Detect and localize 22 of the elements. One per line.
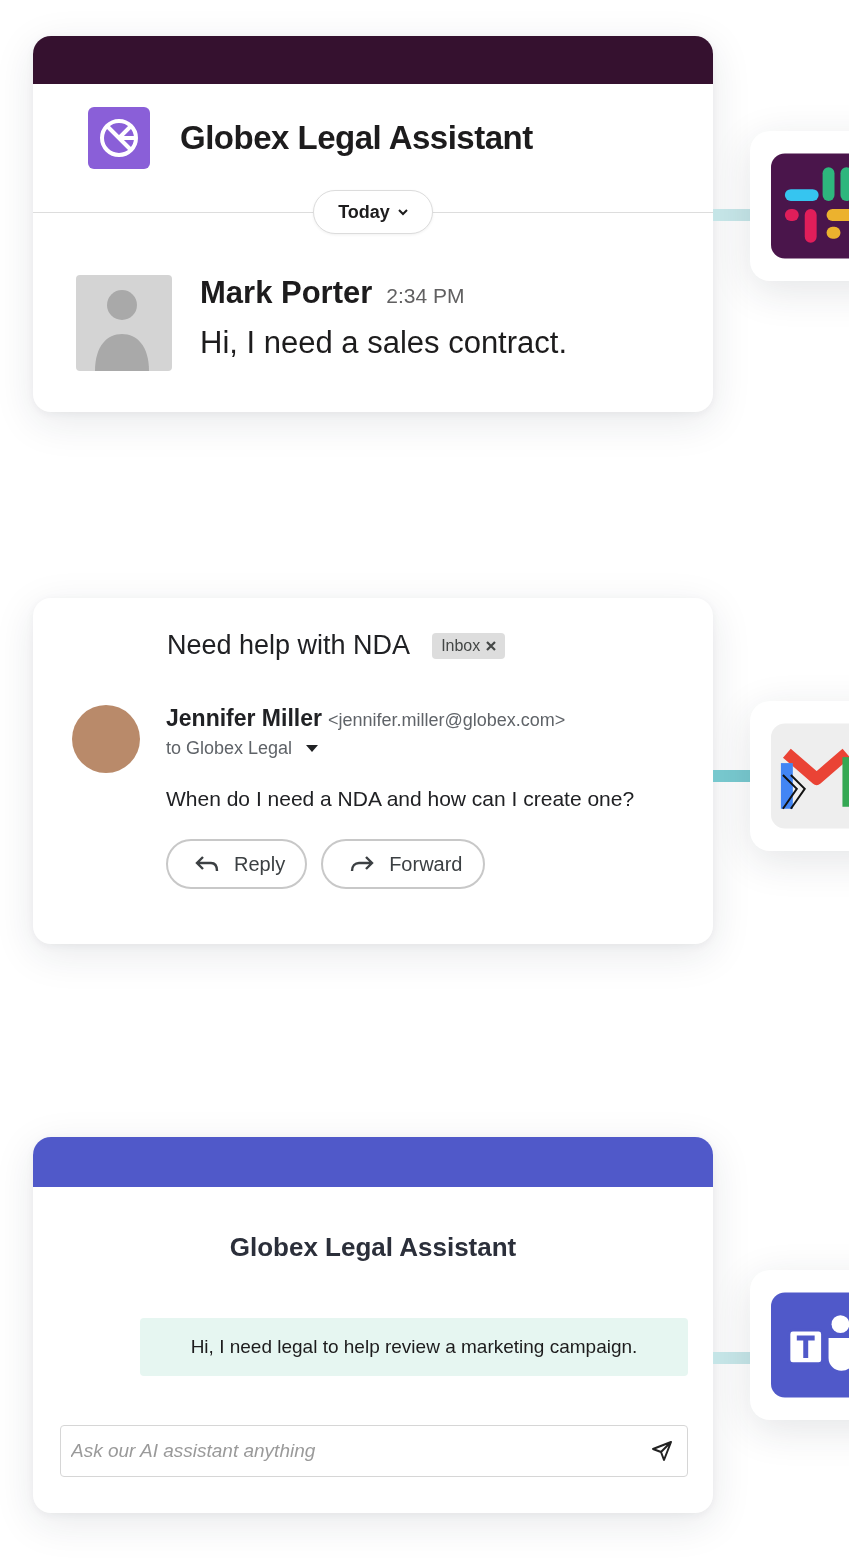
- sender-email: <jennifer.miller@globex.com>: [327, 710, 566, 731]
- assistant-title: Globex Legal Assistant: [228, 1232, 518, 1263]
- author-name: Mark Porter: [200, 275, 373, 311]
- caret-icon: [306, 745, 319, 752]
- inbox-label[interactable]: Inbox: [432, 632, 506, 659]
- message-text: Hi, I need a sales contract.: [200, 325, 568, 361]
- message-time: 2:34 PM: [386, 284, 465, 308]
- email-subject: Need help with NDA: [167, 630, 411, 661]
- reply-arrow-icon: [194, 855, 220, 873]
- sender-name: Jennifer Miller: [166, 705, 322, 732]
- app-title: Globex Legal Assistant: [180, 119, 533, 157]
- logo-icon: [88, 107, 150, 169]
- chevron-down-icon: [397, 208, 408, 216]
- forward-arrow-icon: [349, 855, 376, 873]
- message-bubble: Hi, I need legal to help review a marketing campaign.: [140, 1318, 688, 1376]
- email-body: When do I need a NDA and how can I create one?: [166, 787, 635, 811]
- date-dropdown[interactable]: Today: [313, 190, 433, 234]
- reply-button[interactable]: Reply: [166, 839, 308, 889]
- close-icon[interactable]: [486, 640, 497, 651]
- forward-button[interactable]: Forward: [321, 839, 485, 889]
- recipient-dropdown[interactable]: to Globex Legal: [166, 738, 319, 759]
- send-icon[interactable]: [651, 1440, 673, 1462]
